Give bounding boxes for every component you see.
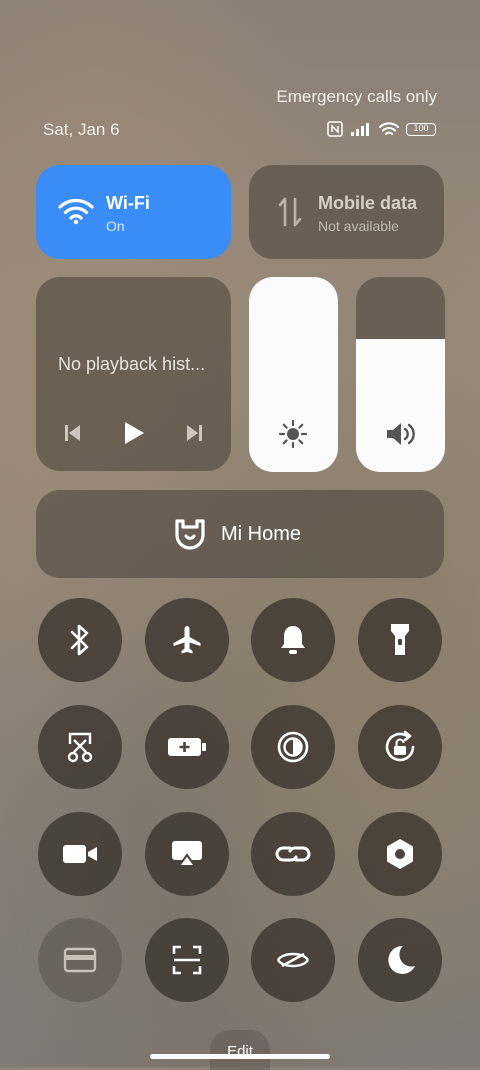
wifi-title: Wi-Fi bbox=[106, 193, 150, 213]
screenshot-toggle[interactable] bbox=[38, 705, 122, 789]
flashlight-icon bbox=[391, 624, 409, 655]
screen-recorder-toggle[interactable] bbox=[38, 812, 122, 896]
volume-icon bbox=[387, 423, 415, 445]
sound-toggle[interactable] bbox=[251, 598, 335, 682]
scan-icon bbox=[172, 945, 202, 975]
card-icon bbox=[63, 947, 97, 973]
nfc-icon bbox=[327, 121, 343, 137]
rotation-lock-toggle[interactable] bbox=[358, 705, 442, 789]
bluetooth-icon bbox=[70, 624, 89, 656]
bluetooth-toggle[interactable] bbox=[38, 598, 122, 682]
bell-icon bbox=[281, 626, 305, 654]
contrast-icon bbox=[277, 731, 309, 763]
wifi-icon bbox=[58, 199, 94, 225]
link-icon bbox=[275, 846, 311, 862]
settings-toggle[interactable] bbox=[358, 812, 442, 896]
link-toggle[interactable] bbox=[251, 812, 335, 896]
wifi-subtitle: On bbox=[106, 218, 125, 234]
status-icons: 100 bbox=[327, 121, 436, 137]
mi-home-icon bbox=[175, 519, 205, 550]
brightness-slider[interactable] bbox=[249, 277, 338, 472]
volume-fill bbox=[356, 339, 445, 472]
scanner-toggle[interactable] bbox=[145, 918, 229, 1002]
moon-icon bbox=[388, 945, 415, 974]
airplane-icon bbox=[173, 626, 201, 654]
cast-icon bbox=[172, 841, 202, 867]
mobile-data-title: Mobile data bbox=[318, 193, 418, 213]
media-player-tile[interactable]: No playback hist... bbox=[36, 277, 231, 471]
battery-level-text: 100 bbox=[413, 122, 429, 133]
video-camera-icon bbox=[63, 845, 97, 863]
card-toggle[interactable] bbox=[38, 918, 122, 1002]
date-text: Sat, Jan 6 bbox=[43, 120, 120, 139]
flashlight-toggle[interactable] bbox=[358, 598, 442, 682]
mi-home-button[interactable]: Mi Home bbox=[36, 490, 444, 578]
media-status-text: No playback hist... bbox=[58, 354, 206, 374]
eye-slash-icon bbox=[276, 952, 310, 968]
wifi-status-icon bbox=[379, 121, 399, 135]
next-track-icon[interactable] bbox=[185, 423, 203, 443]
mobile-data-tile[interactable]: Mobile data Not available bbox=[249, 165, 444, 259]
edit-button[interactable]: Edit bbox=[210, 1030, 270, 1070]
dark-mode-toggle[interactable] bbox=[251, 705, 335, 789]
hexagon-settings-icon bbox=[387, 839, 413, 869]
do-not-disturb-toggle[interactable] bbox=[358, 918, 442, 1002]
scissors-icon bbox=[67, 732, 93, 763]
previous-track-icon[interactable] bbox=[64, 423, 82, 443]
brightness-icon bbox=[278, 419, 308, 449]
reading-mode-toggle[interactable] bbox=[251, 918, 335, 1002]
mobile-data-subtitle: Not available bbox=[318, 218, 399, 234]
signal-icon bbox=[351, 123, 369, 136]
cast-toggle[interactable] bbox=[145, 812, 229, 896]
battery-icon: 100 bbox=[406, 122, 436, 136]
network-status-text: Emergency calls only bbox=[276, 87, 437, 106]
mobile-data-icon bbox=[278, 197, 302, 227]
volume-slider[interactable] bbox=[356, 277, 445, 472]
mi-home-label: Mi Home bbox=[221, 523, 302, 545]
home-indicator[interactable] bbox=[150, 1054, 330, 1059]
wifi-tile[interactable]: Wi-Fi On bbox=[36, 165, 231, 259]
play-icon[interactable] bbox=[123, 420, 145, 446]
battery-plus-icon bbox=[168, 738, 206, 756]
battery-saver-toggle[interactable] bbox=[145, 705, 229, 789]
rotate-lock-icon bbox=[385, 730, 415, 762]
airplane-mode-toggle[interactable] bbox=[145, 598, 229, 682]
